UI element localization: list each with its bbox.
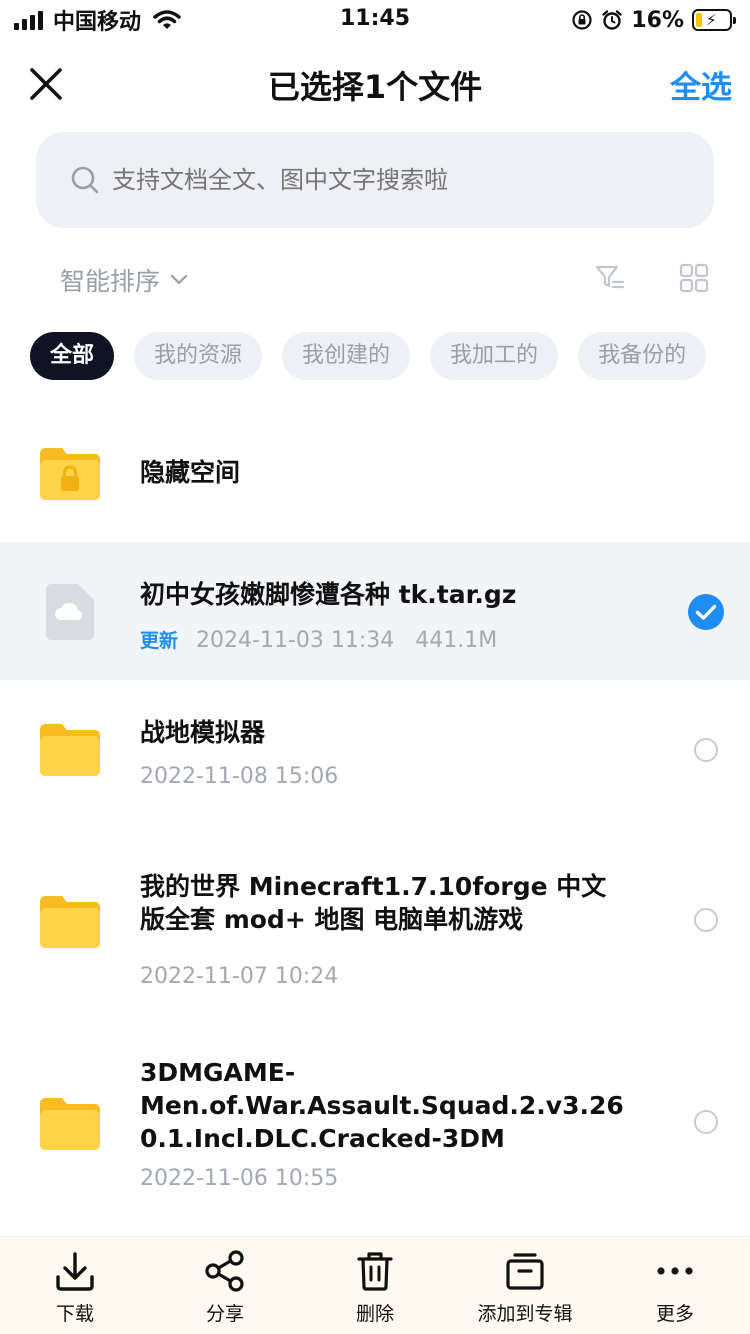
chip-processed-by-me[interactable]: 我加工的 (430, 332, 559, 380)
file-name: 我的世界 Minecraft1.7.10forge 中文 版全套 mod+ 地图… (140, 870, 610, 936)
folder-icon (40, 1098, 100, 1150)
file-date: 2022-11-08 15:06 (140, 764, 339, 789)
add-to-album-label: 添加到专辑 (477, 1303, 573, 1325)
download-label: 下载 (55, 1303, 94, 1325)
list-item-hidden-space[interactable]: 隐藏空间 (0, 404, 750, 540)
more-icon (657, 1267, 693, 1275)
chip-all[interactable]: 全部 (30, 332, 115, 380)
folder-icon (40, 724, 100, 776)
select-radio[interactable] (694, 738, 718, 762)
list-item-folder[interactable]: 3DMGAME- Men.of.War.Assault.Squad.2.v3.2… (0, 1040, 750, 1220)
select-radio[interactable] (694, 1110, 718, 1134)
status-right: 16% ⚡ (571, 6, 736, 34)
file-meta: 更新 2024-11-03 11:34 441.1M (140, 626, 497, 653)
album-icon (506, 1253, 544, 1290)
delete-label: 删除 (355, 1303, 394, 1325)
filter-icon[interactable] (594, 262, 626, 294)
trash-icon (357, 1252, 393, 1291)
more-label: 更多 (655, 1303, 694, 1325)
cloud-file-icon (46, 584, 94, 640)
file-name: 3DMGAME- Men.of.War.Assault.Squad.2.v3.2… (140, 1056, 624, 1155)
delete-button[interactable]: 删除 (300, 1249, 450, 1326)
file-name-line: 版全套 mod+ 地图 电脑单机游戏 (140, 905, 524, 934)
sort-row: 智能排序 (0, 258, 750, 298)
select-all-button[interactable]: 全选 (670, 62, 732, 107)
search-icon (71, 166, 99, 194)
battery-charging-icon: ⚡ (692, 9, 736, 31)
file-name-line: 我的世界 Minecraft1.7.10forge 中文 (140, 872, 607, 901)
category-chips: 全部 我的资源 我创建的 我加工的 我备份的 (30, 332, 750, 380)
status-bar: 中国移动 11:45 16% ⚡ (0, 0, 750, 40)
locked-folder-icon (40, 448, 100, 500)
share-label: 分享 (205, 1303, 244, 1325)
battery-percent: 16% (631, 7, 684, 33)
header: 已选择1个文件 全选 (0, 50, 750, 120)
chevron-down-icon (170, 274, 188, 285)
file-date: 2022-11-06 10:55 (140, 1166, 339, 1191)
share-icon (205, 1250, 244, 1292)
search-bar[interactable] (36, 132, 714, 228)
select-radio[interactable] (694, 908, 718, 932)
update-badge: 更新 (140, 630, 179, 652)
checked-icon[interactable] (688, 594, 724, 630)
grid-view-icon[interactable] (678, 262, 710, 294)
file-name-line: 0.1.Incl.DLC.Cracked-3DM (140, 1124, 505, 1153)
list-item-folder[interactable]: 我的世界 Minecraft1.7.10forge 中文 版全套 mod+ 地图… (0, 844, 750, 1014)
list-item-folder[interactable]: 战地模拟器 2022-11-08 15:06 (0, 680, 750, 820)
file-date: 2022-11-07 10:24 (140, 964, 339, 989)
rotation-lock-icon (572, 10, 592, 30)
download-button[interactable]: 下载 (0, 1249, 150, 1326)
file-size: 441.1M (415, 628, 498, 653)
share-button[interactable]: 分享 (150, 1249, 300, 1326)
file-name-line: Men.of.War.Assault.Squad.2.v3.26 (140, 1091, 624, 1120)
bottom-action-bar: 下载 分享 删除 添加到专辑 更多 (0, 1236, 750, 1334)
folder-icon (40, 896, 100, 948)
file-name: 隐藏空间 (140, 458, 241, 487)
sort-dropdown[interactable]: 智能排序 (60, 262, 188, 298)
sort-label: 智能排序 (60, 267, 161, 296)
chip-my-resources[interactable]: 我的资源 (134, 332, 263, 380)
file-name: 战地模拟器 (140, 718, 266, 747)
chip-backed-up-by-me[interactable]: 我备份的 (578, 332, 707, 380)
list-item-selected[interactable]: 初中女孩嫩脚惨遭各种 tk.tar.gz 更新 2024-11-03 11:34 … (0, 542, 750, 680)
search-input[interactable] (112, 166, 672, 194)
download-icon (56, 1252, 94, 1291)
alarm-icon (602, 10, 623, 30)
file-date: 2024-11-03 11:34 (196, 628, 395, 653)
page-title: 已选择1个文件 (267, 68, 483, 106)
file-name: 初中女孩嫩脚惨遭各种 tk.tar.gz (140, 580, 517, 609)
more-button[interactable]: 更多 (600, 1249, 750, 1326)
add-to-album-button[interactable]: 添加到专辑 (450, 1249, 600, 1326)
chip-created-by-me[interactable]: 我创建的 (282, 332, 411, 380)
file-name-line: 3DMGAME- (140, 1058, 296, 1087)
